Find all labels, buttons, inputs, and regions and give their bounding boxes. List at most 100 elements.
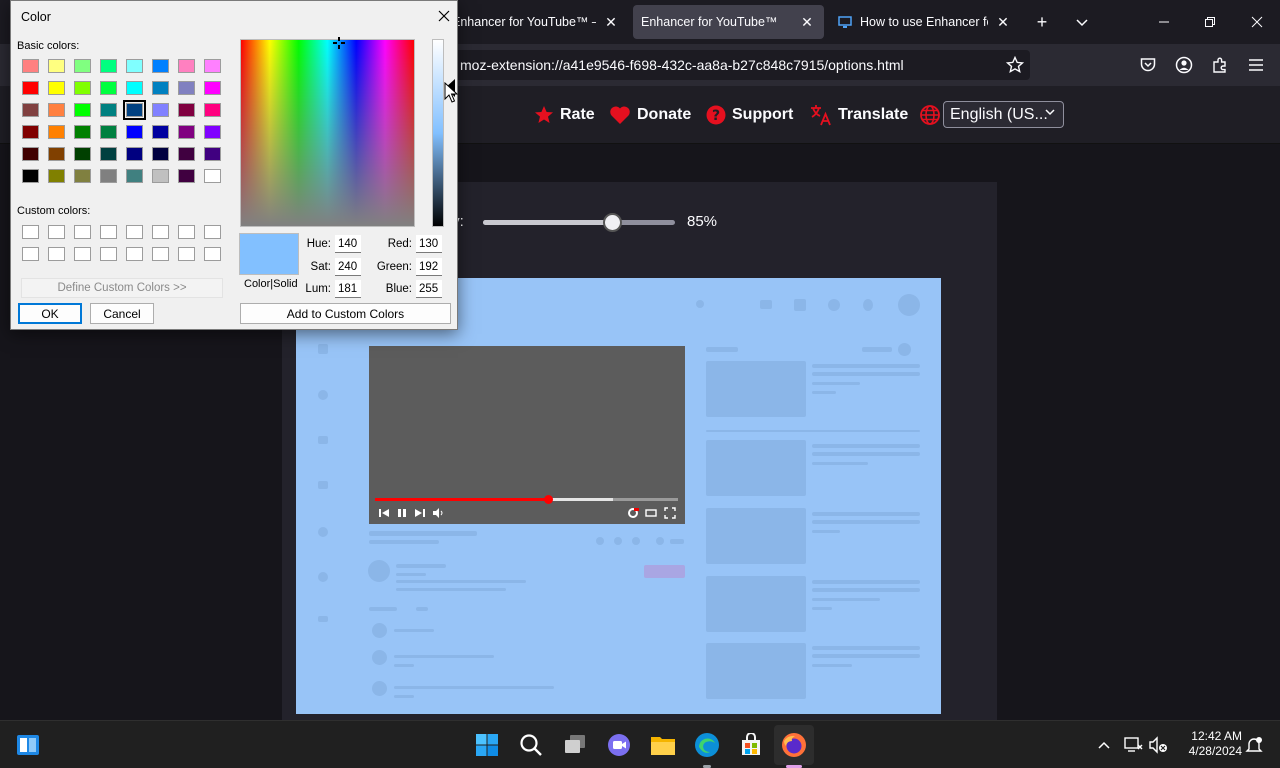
tab-enhancer-1[interactable]: Enhancer for YouTube™ – ✕: [444, 5, 628, 39]
basic-color-swatch[interactable]: [74, 125, 91, 139]
url-bar[interactable]: moz-extension://a41e9546-f698-432c-aa8a-…: [446, 50, 1030, 80]
close-icon[interactable]: ✕: [798, 14, 816, 31]
custom-color-swatch[interactable]: [126, 225, 143, 239]
basic-color-swatch[interactable]: [22, 169, 39, 183]
edge-icon[interactable]: [693, 731, 721, 759]
tab-enhancer-2[interactable]: Enhancer for YouTube™ ✕: [633, 5, 824, 39]
basic-color-swatch[interactable]: [152, 103, 169, 117]
basic-color-swatch[interactable]: [152, 169, 169, 183]
basic-color-swatch[interactable]: [100, 125, 117, 139]
basic-color-swatch[interactable]: [152, 59, 169, 73]
basic-color-swatch[interactable]: [74, 147, 91, 161]
basic-color-swatch[interactable]: [48, 81, 65, 95]
custom-color-swatch[interactable]: [152, 225, 169, 239]
tab-how-to-use[interactable]: How to use Enhancer for ✕: [830, 5, 1020, 39]
basic-color-swatch[interactable]: [48, 169, 65, 183]
basic-color-swatch[interactable]: [100, 81, 117, 95]
basic-color-swatch[interactable]: [126, 59, 143, 73]
custom-color-swatch[interactable]: [204, 225, 221, 239]
basic-color-swatch[interactable]: [204, 147, 221, 161]
basic-color-swatch[interactable]: [126, 147, 143, 161]
basic-color-swatch[interactable]: [100, 103, 117, 117]
support-link[interactable]: ? Support: [706, 103, 793, 127]
basic-color-swatch[interactable]: [74, 169, 91, 183]
language-select[interactable]: English (US...: [943, 101, 1064, 128]
basic-color-swatch[interactable]: [48, 125, 65, 139]
add-to-custom-colors-button[interactable]: Add to Custom Colors: [240, 303, 451, 324]
extensions-icon[interactable]: [1206, 51, 1234, 79]
network-icon[interactable]: [1119, 731, 1147, 759]
basic-color-swatch[interactable]: [204, 169, 221, 183]
pocket-icon[interactable]: [1134, 51, 1162, 79]
notifications-icon[interactable]: [1240, 731, 1268, 759]
custom-color-swatch[interactable]: [22, 247, 39, 261]
opacity-slider[interactable]: [483, 220, 675, 225]
donate-link[interactable]: Donate: [609, 103, 691, 127]
basic-color-swatch[interactable]: [22, 147, 39, 161]
lum-field[interactable]: 181: [335, 280, 361, 298]
basic-color-swatch[interactable]: [126, 81, 143, 95]
basic-color-swatch[interactable]: [152, 125, 169, 139]
hue-field[interactable]: 140: [335, 235, 361, 253]
basic-color-swatch[interactable]: [152, 147, 169, 161]
basic-color-swatch[interactable]: [178, 103, 195, 117]
chevron-down-icon[interactable]: [1068, 8, 1096, 36]
basic-color-swatch[interactable]: [100, 147, 117, 161]
basic-color-swatch[interactable]: [100, 59, 117, 73]
close-window-icon[interactable]: [1234, 0, 1280, 44]
basic-color-swatch[interactable]: [74, 81, 91, 95]
custom-color-swatch[interactable]: [22, 225, 39, 239]
sat-field[interactable]: 240: [335, 258, 361, 276]
rate-link[interactable]: Rate: [534, 103, 595, 127]
basic-color-swatch[interactable]: [178, 59, 195, 73]
custom-color-swatch[interactable]: [100, 225, 117, 239]
blue-field[interactable]: 255: [416, 280, 442, 298]
basic-color-swatch[interactable]: [123, 100, 146, 120]
custom-color-swatch[interactable]: [178, 225, 195, 239]
custom-color-swatch[interactable]: [74, 225, 91, 239]
widgets-icon[interactable]: [14, 731, 42, 759]
basic-color-swatch[interactable]: [204, 81, 221, 95]
chat-icon[interactable]: [605, 731, 633, 759]
ok-button[interactable]: OK: [18, 303, 82, 324]
system-clock[interactable]: 12:42 AM 4/28/2024: [1172, 729, 1242, 759]
search-icon[interactable]: [517, 731, 545, 759]
store-icon[interactable]: [737, 731, 765, 759]
minimize-icon[interactable]: [1141, 0, 1187, 44]
basic-color-swatch[interactable]: [74, 59, 91, 73]
custom-color-swatch[interactable]: [74, 247, 91, 261]
basic-color-swatch[interactable]: [22, 125, 39, 139]
color-spectrum[interactable]: [240, 39, 415, 227]
chevron-up-icon[interactable]: [1090, 731, 1118, 759]
custom-color-swatch[interactable]: [178, 247, 195, 261]
basic-color-swatch[interactable]: [126, 125, 143, 139]
custom-color-swatch[interactable]: [48, 225, 65, 239]
basic-color-swatch[interactable]: [48, 59, 65, 73]
basic-color-swatch[interactable]: [48, 147, 65, 161]
opacity-slider-handle[interactable]: [603, 213, 622, 232]
volume-muted-icon[interactable]: [1144, 731, 1172, 759]
basic-color-swatch[interactable]: [178, 125, 195, 139]
green-field[interactable]: 192: [416, 258, 442, 276]
basic-color-swatch[interactable]: [178, 81, 195, 95]
basic-color-swatch[interactable]: [204, 59, 221, 73]
basic-color-swatch[interactable]: [152, 81, 169, 95]
close-icon[interactable]: ✕: [602, 14, 620, 31]
custom-color-swatch[interactable]: [48, 247, 65, 261]
translate-link[interactable]: Translate: [810, 103, 908, 127]
basic-color-swatch[interactable]: [22, 59, 39, 73]
basic-color-swatch[interactable]: [178, 147, 195, 161]
start-icon[interactable]: [473, 731, 501, 759]
basic-color-swatch[interactable]: [204, 103, 221, 117]
red-field[interactable]: 130: [416, 235, 442, 253]
close-icon[interactable]: ✕: [994, 14, 1012, 31]
basic-color-swatch[interactable]: [126, 169, 143, 183]
custom-color-swatch[interactable]: [100, 247, 117, 261]
cancel-button[interactable]: Cancel: [90, 303, 154, 324]
plus-icon[interactable]: +: [1028, 8, 1056, 36]
close-icon[interactable]: [431, 3, 457, 29]
basic-color-swatch[interactable]: [204, 125, 221, 139]
task-view-icon[interactable]: [561, 731, 589, 759]
menu-icon[interactable]: [1242, 51, 1270, 79]
account-icon[interactable]: [1170, 51, 1198, 79]
